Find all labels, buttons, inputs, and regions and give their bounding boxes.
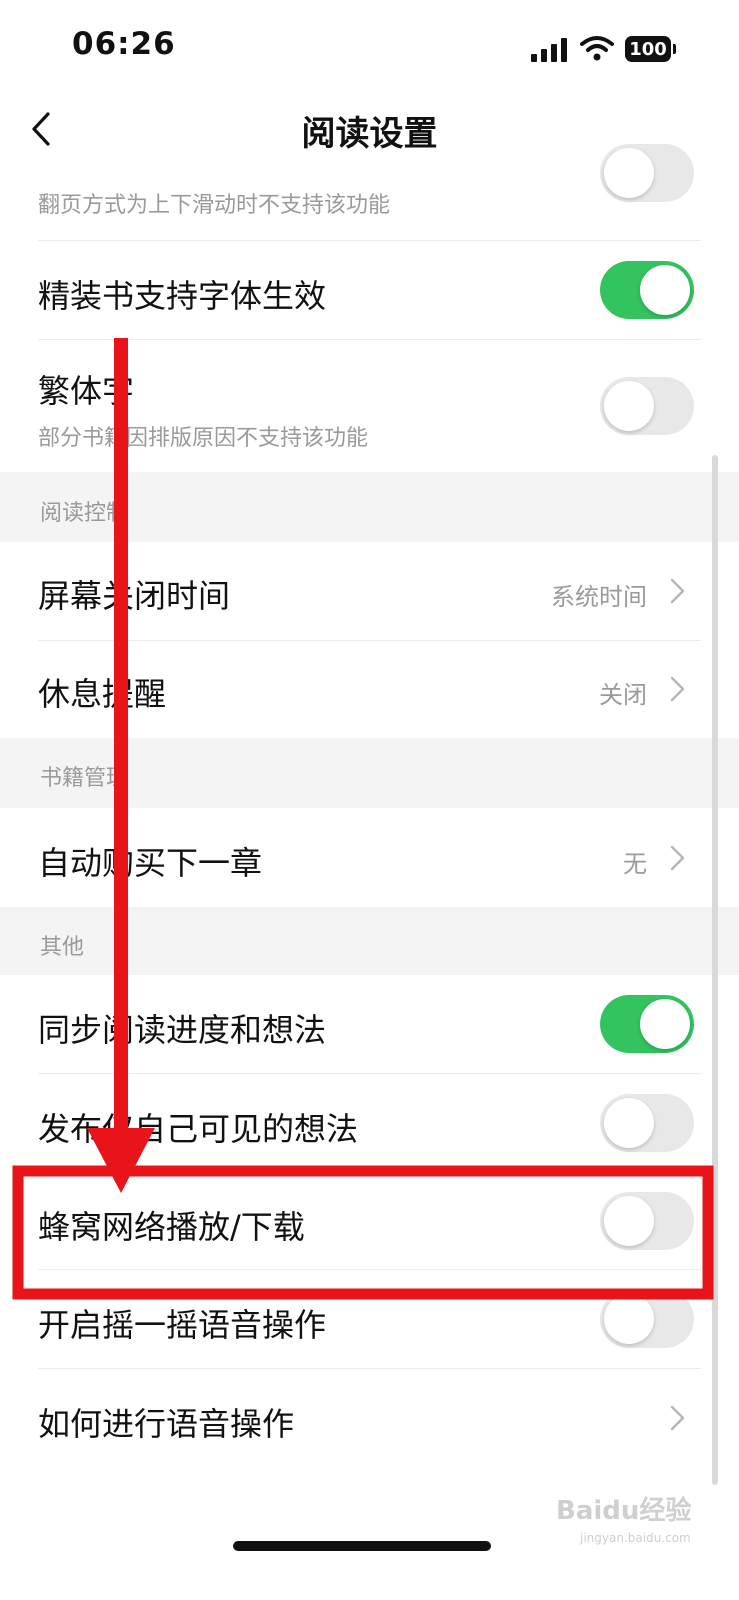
setting-label: 同步阅读进度和想法 [38, 1011, 327, 1049]
toggle-knob [604, 1196, 654, 1246]
cellular-signal-icon [531, 38, 567, 62]
toggle-switch[interactable] [600, 377, 694, 435]
chevron-right-icon [670, 676, 685, 702]
toggle-switch[interactable] [600, 144, 694, 202]
chevron-right-icon [670, 845, 685, 871]
status-time: 06:26 [72, 26, 176, 62]
setting-row-shake-voice[interactable]: 开启摇一摇语音操作 [0, 1270, 739, 1368]
scrollbar[interactable] [712, 455, 718, 1485]
setting-row-auto-buy[interactable]: 自动购买下一章 无 [0, 808, 739, 907]
toggle-knob [604, 381, 654, 431]
watermark-logo: Baidu经验 [556, 1496, 692, 1526]
chevron-right-icon [670, 578, 685, 604]
toggle-switch[interactable] [600, 261, 694, 319]
toggle-knob [640, 265, 690, 315]
setting-label: 发布仅自己可见的想法 [38, 1110, 359, 1148]
setting-label: 休息提醒 [38, 675, 167, 713]
battery-icon: 100 [625, 36, 671, 62]
watermark-url: jingyan.baidu.com [580, 1531, 691, 1545]
toggle-knob [640, 999, 690, 1049]
setting-row-traditional[interactable]: 繁体字 部分书籍因排版原因不支持该功能 [0, 340, 739, 472]
wifi-icon [580, 36, 614, 61]
section-header-book-management: 书籍管理 [0, 738, 739, 808]
section-header-other: 其他 [0, 907, 739, 975]
battery-tip [673, 44, 676, 54]
setting-row-sync-progress[interactable]: 同步阅读进度和想法 [0, 975, 739, 1073]
setting-label: 自动购买下一章 [38, 844, 263, 882]
setting-row-cellular[interactable]: 蜂窝网络播放/下载 [0, 1172, 739, 1269]
toggle-knob [604, 1294, 654, 1344]
setting-subtitle: 翻页方式为上下滑动时不支持该功能 [38, 193, 391, 218]
setting-label: 蜂窝网络播放/下载 [38, 1208, 305, 1246]
setting-row-self-visible[interactable]: 发布仅自己可见的想法 [0, 1074, 739, 1171]
setting-row-voice-howto[interactable]: 如何进行语音操作 [0, 1369, 739, 1466]
toggle-knob [604, 1098, 654, 1148]
setting-label: 屏幕关闭时间 [38, 577, 231, 615]
home-indicator[interactable] [233, 1541, 491, 1551]
section-label: 其他 [40, 935, 85, 960]
toggle-knob [604, 148, 654, 198]
section-label: 书籍管理 [40, 766, 129, 791]
toggle-switch[interactable] [600, 1290, 694, 1348]
setting-label: 开启摇一摇语音操作 [38, 1306, 327, 1344]
setting-row-rest-reminder[interactable]: 休息提醒 关闭 [0, 641, 739, 738]
setting-value: 关闭 [599, 681, 647, 709]
setting-label: 精装书支持字体生效 [38, 277, 327, 315]
section-header-reading-control: 阅读控制 [0, 472, 739, 542]
setting-row-hardcover-font[interactable]: 精装书支持字体生效 [0, 241, 739, 340]
setting-label: 繁体字 [38, 372, 135, 410]
setting-row-page-flip-partial: 翻页方式为上下滑动时不支持该功能 [0, 144, 739, 241]
setting-value: 系统时间 [551, 583, 647, 611]
setting-label: 如何进行语音操作 [38, 1405, 295, 1443]
toggle-switch[interactable] [600, 1094, 694, 1152]
chevron-right-icon [670, 1405, 685, 1431]
status-bar: 06:26 100 [0, 0, 739, 100]
toggle-switch[interactable] [600, 995, 694, 1053]
section-label: 阅读控制 [40, 501, 129, 526]
setting-value: 无 [623, 850, 647, 878]
setting-subtitle: 部分书籍因排版原因不支持该功能 [38, 426, 369, 451]
setting-row-screen-off[interactable]: 屏幕关闭时间 系统时间 [0, 542, 739, 640]
toggle-switch[interactable] [600, 1192, 694, 1250]
